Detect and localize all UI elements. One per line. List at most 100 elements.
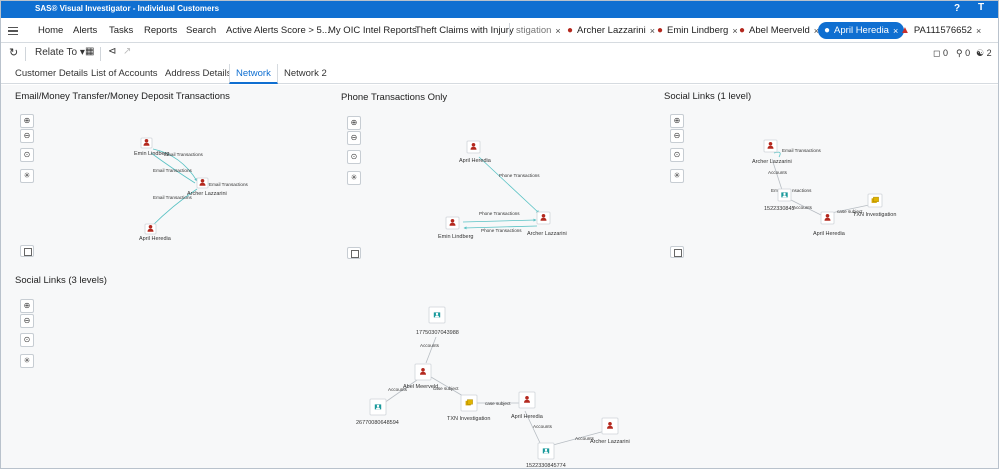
edge-label: Accounts — [793, 205, 813, 210]
doc-tab-abel-meerveld[interactable]: ● Abel Meerveld × — [739, 22, 819, 39]
account-icon — [433, 312, 441, 318]
graph-node-case[interactable]: TXN Investigation — [447, 394, 490, 422]
edge-label: Email Transactions — [209, 182, 249, 187]
graph-node-case[interactable]: TXN Investigation — [853, 193, 896, 218]
doc-tab-pa111576652[interactable]: ▲ PA111576652 × — [900, 22, 981, 39]
close-icon[interactable]: × — [555, 26, 560, 36]
person-icon: ● — [567, 25, 574, 36]
help-button[interactable]: ? — [954, 3, 960, 14]
close-icon[interactable]: × — [650, 26, 655, 36]
doc-tab-label: Emin Lindberg — [667, 25, 729, 36]
person-icon: ● — [824, 25, 831, 36]
attachments-count[interactable]: ⚲ 0 — [956, 48, 970, 59]
tab-list-of-accounts[interactable]: List of Accounts — [85, 64, 164, 84]
nav-home[interactable]: Home — [38, 25, 63, 36]
nav-theft-claims[interactable]: Theft Claims with Injury — [415, 25, 514, 36]
graph-node-person[interactable]: Archer Lazzarini — [527, 211, 567, 237]
nav-search[interactable]: Search — [186, 25, 216, 36]
node-label: Emin Lindberg — [134, 151, 169, 157]
warning-icon: ▲ — [900, 25, 910, 36]
user-avatar[interactable]: T — [978, 2, 984, 13]
graph-node-person[interactable]: Archer Lazzarini — [187, 177, 227, 197]
graph-node-person[interactable]: April Heredia — [813, 211, 846, 237]
node-label: TXN Investigation — [853, 212, 896, 218]
graph-node-account[interactable]: 26770080648594 — [356, 398, 399, 426]
toolbar: ↻ Relate To ▾ ▦ ⊲ ↗ ◻ 0 ⚲ 0 ☯ 2 — [1, 43, 998, 63]
node-label: 1522330845774 — [526, 463, 566, 469]
app-title: SAS® Visual Investigator - Individual Cu… — [35, 4, 220, 13]
doc-tab-april-heredia[interactable]: ● April Heredia × — [818, 22, 905, 39]
edge-label: Accounts — [420, 343, 440, 348]
doc-tab-investigation[interactable]: stigation × — [516, 22, 561, 39]
graph-edge — [425, 336, 437, 364]
nav-tasks[interactable]: Tasks — [109, 25, 133, 36]
tab-customer-details[interactable]: Customer Details — [9, 64, 94, 84]
nav-divider — [509, 23, 510, 37]
tab-network-2[interactable]: Network 2 — [278, 64, 333, 84]
graph-node-account[interactable]: 1522330845774 — [526, 442, 566, 469]
edge-label: Phone Transactions — [481, 228, 522, 233]
node-label: Abel Meerveld — [403, 384, 438, 390]
menu-icon[interactable] — [8, 27, 18, 35]
comments-count[interactable]: ◻ 0 — [933, 48, 948, 59]
account-icon — [374, 404, 382, 410]
detail-tabs: Customer Details List of Accounts Addres… — [1, 64, 998, 84]
graph-email-money: Email Transactions Email Transactions Em… — [134, 137, 249, 242]
table-icon[interactable]: ▦ — [85, 46, 94, 57]
tab-network[interactable]: Network — [229, 64, 278, 84]
graph-node-person[interactable]: Emin Lindberg — [438, 216, 473, 240]
node-label: TXN Investigation — [447, 416, 490, 422]
edge-label: Accounts — [533, 424, 553, 429]
graph-node-person[interactable]: April Heredia — [511, 391, 544, 420]
refresh-icon[interactable]: ↻ — [9, 46, 18, 59]
title-bar: SAS® Visual Investigator - Individual Cu… — [1, 1, 998, 18]
network-content: Email/Money Transfer/Money Deposit Trans… — [1, 85, 998, 469]
nav-reports[interactable]: Reports — [144, 25, 177, 36]
comments-count-value: 0 — [942, 48, 948, 58]
doc-tab-label: PA111576652 — [913, 25, 973, 36]
graph-node-account[interactable]: 1522330845 — [764, 188, 795, 212]
tab-address-details[interactable]: Address Details — [159, 64, 238, 84]
edge-label: Phone Transactions — [499, 173, 540, 178]
nav-active-alerts[interactable]: Active Alerts Score > 5... — [226, 25, 330, 36]
edge-label: nsactions — [792, 188, 812, 193]
network-graphs: Email Transactions Email Transactions Em… — [134, 137, 896, 469]
links-count-value: 2 — [986, 48, 992, 58]
doc-tab-archer-lazzarini[interactable]: ● Archer Lazzarini × — [567, 22, 655, 39]
links-count[interactable]: ☯ 2 — [976, 48, 992, 59]
node-label: 17750307043988 — [416, 330, 459, 336]
external-link-icon[interactable]: ↗ — [123, 46, 131, 57]
doc-tab-emin-lindberg[interactable]: ● Emin Lindberg × — [657, 22, 738, 39]
node-label: Emin Lindberg — [438, 234, 473, 240]
graph-node-person[interactable]: April Heredia — [459, 140, 492, 164]
nav-alerts[interactable]: Alerts — [73, 25, 97, 36]
graph-node-person[interactable]: Emin Lindberg — [134, 137, 169, 157]
doc-tab-label: Abel Meerveld — [749, 25, 810, 36]
graph-edge — [462, 218, 537, 223]
edge-label: Accounts — [768, 170, 788, 175]
app-window: SAS® Visual Investigator - Individual Cu… — [0, 0, 999, 469]
node-label: Archer Lazzarini — [752, 159, 792, 165]
attachments-count-value: 0 — [965, 48, 971, 58]
graph-edge — [478, 156, 540, 214]
graph-node-person[interactable]: April Heredia — [139, 223, 172, 242]
node-label: 1522330845 — [764, 206, 795, 212]
graph-node-person[interactable]: Abel Meerveld — [403, 363, 438, 390]
graph-node-person[interactable]: Archer Lazzarini — [590, 417, 630, 445]
close-icon[interactable]: × — [893, 26, 898, 36]
edge-label: Email Transactions — [782, 148, 822, 153]
relate-to-button[interactable]: Relate To ▾ — [35, 47, 85, 58]
graph-social-1: Email Transactions Accounts Em nsactions… — [752, 139, 896, 237]
graph-social-3: Accounts Accounts case subject case subj… — [356, 306, 630, 469]
close-icon[interactable]: × — [976, 26, 981, 36]
share-icon[interactable]: ⊲ — [108, 46, 116, 57]
doc-tab-label: stigation — [516, 25, 552, 36]
close-icon[interactable]: × — [732, 26, 737, 36]
nav-oic-intel[interactable]: My OIC Intel Reports — [328, 25, 417, 36]
doc-tab-label: April Heredia — [834, 25, 889, 36]
graph-node-account[interactable]: 17750307043988 — [416, 306, 459, 336]
edge-label: case subject — [485, 401, 511, 406]
doc-tab-label: Archer Lazzarini — [577, 25, 646, 36]
node-label: 26770080648594 — [356, 420, 399, 426]
node-label: Archer Lazzarini — [527, 231, 567, 237]
